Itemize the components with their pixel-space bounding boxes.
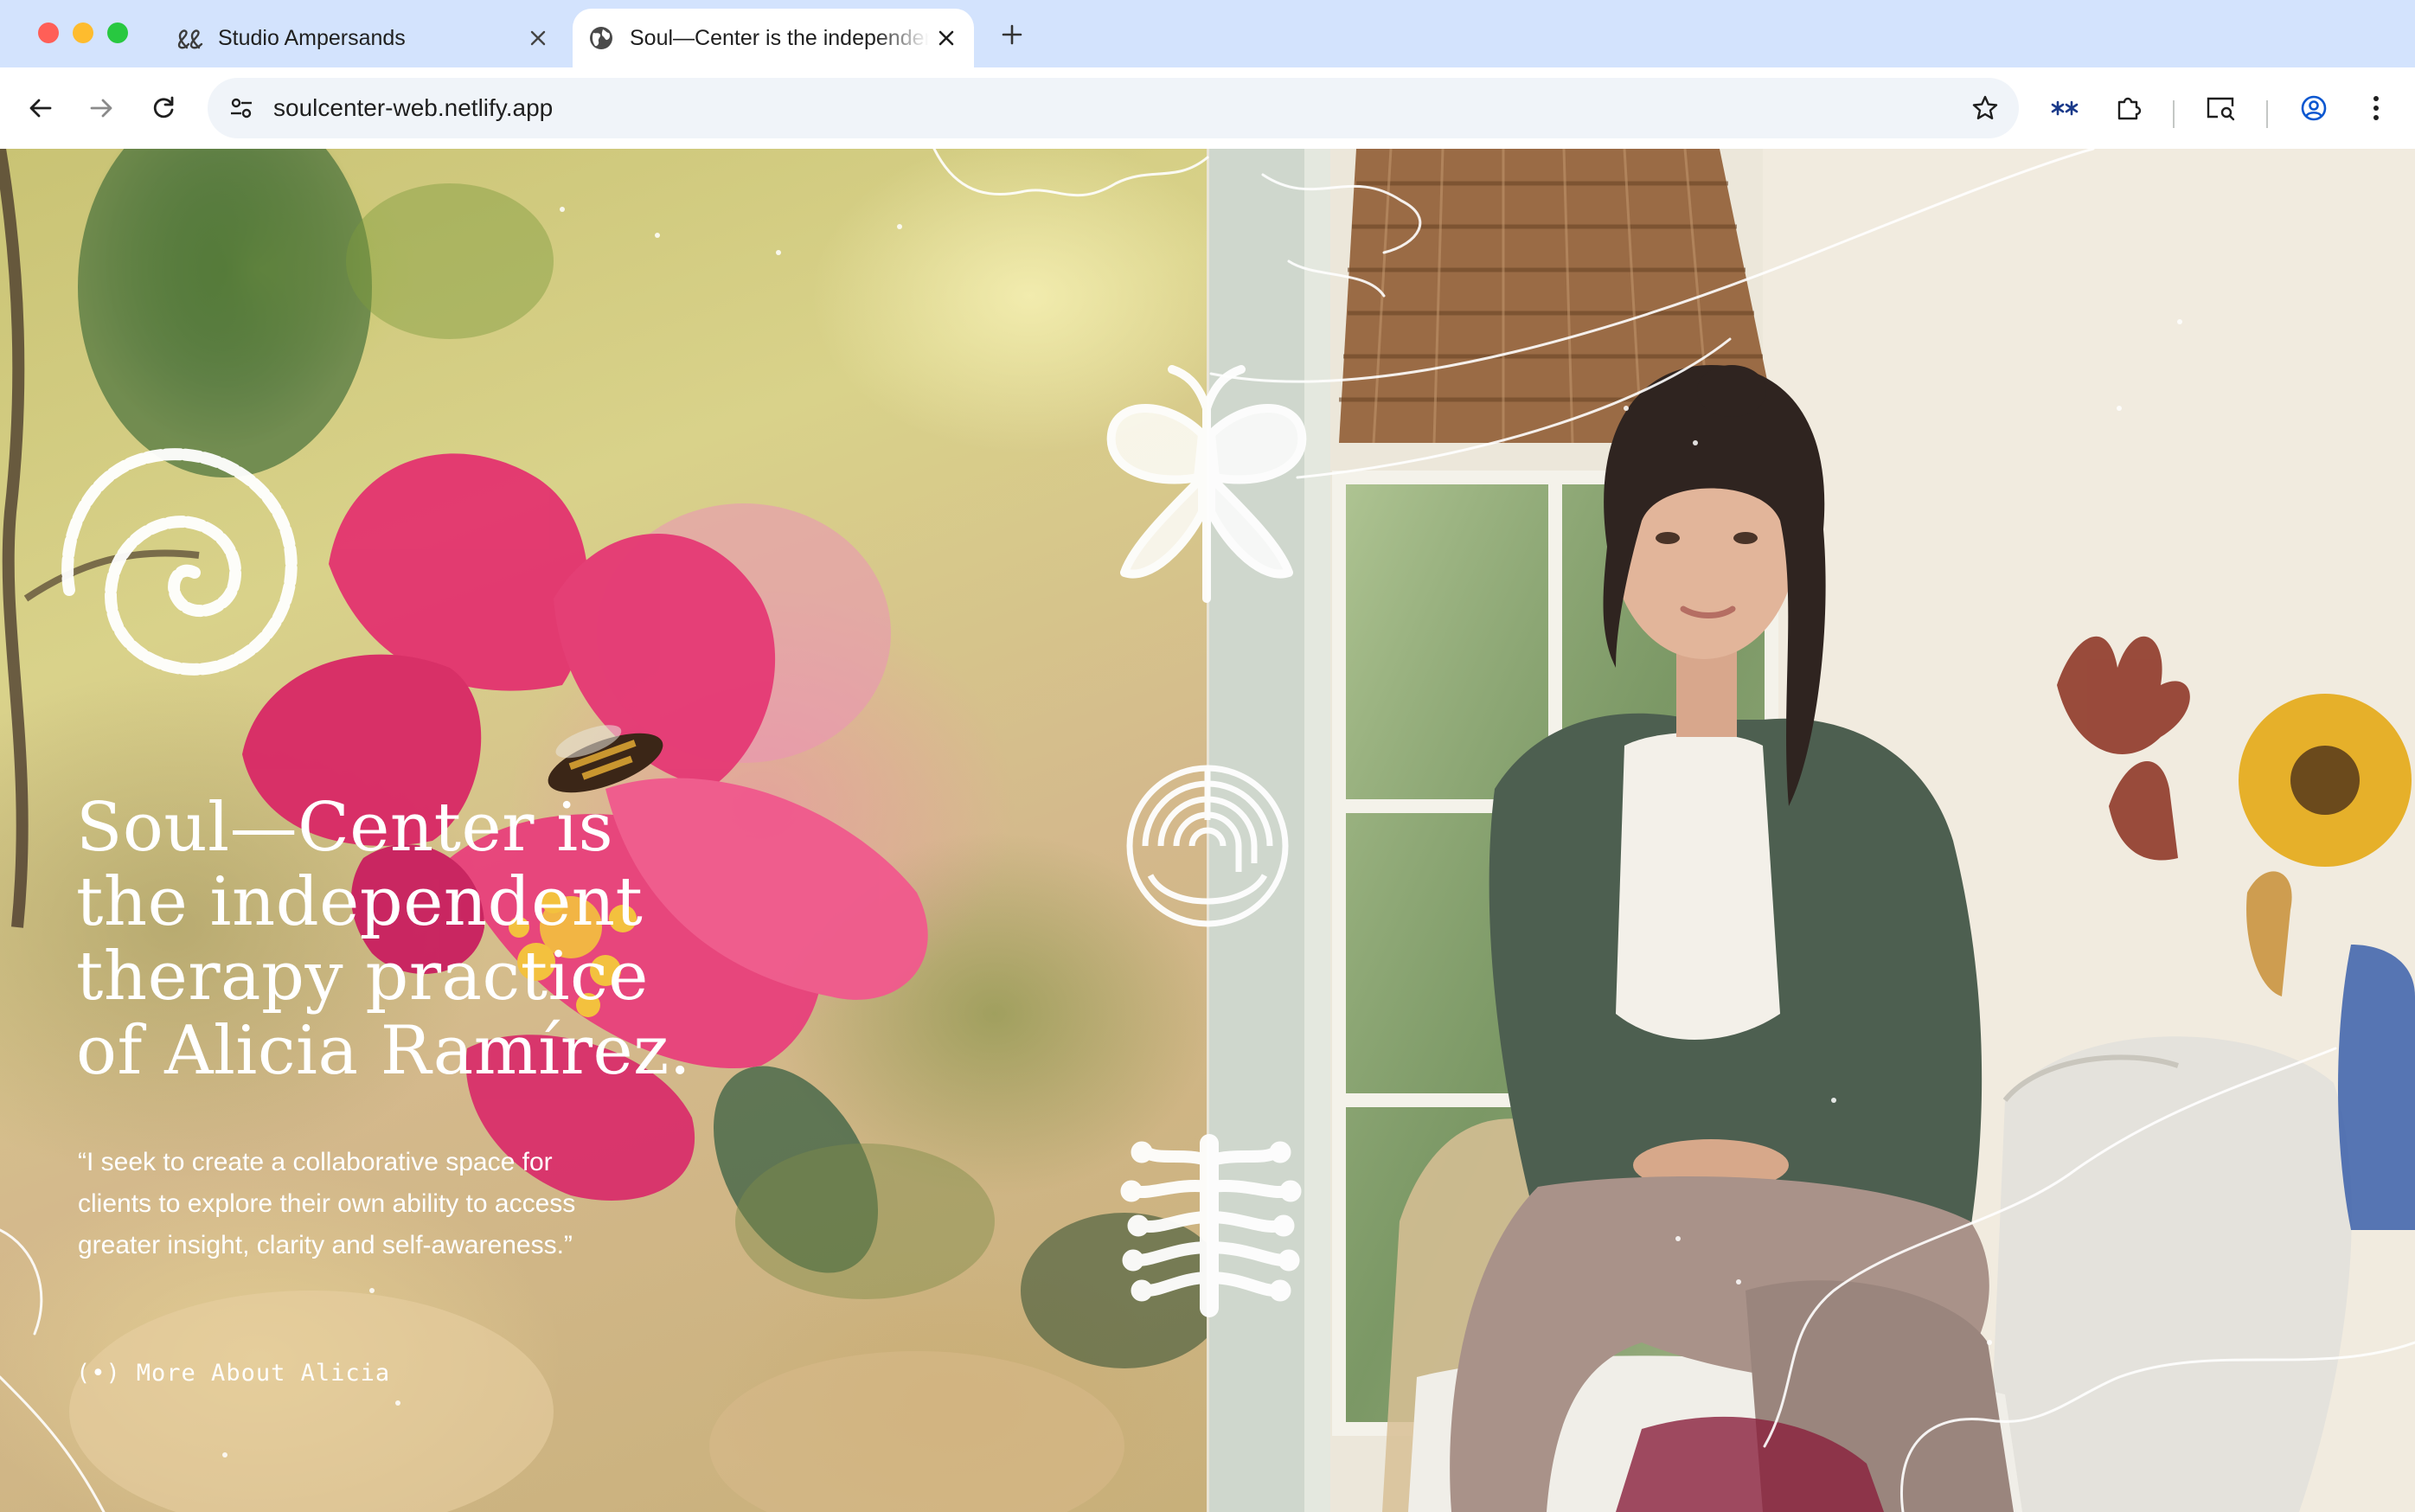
close-icon[interactable] bbox=[521, 21, 555, 55]
bullet-icon: (•) bbox=[76, 1360, 121, 1387]
bookmark-button[interactable] bbox=[1963, 86, 2007, 130]
tab-studio-ampersands[interactable]: Studio Ampersands bbox=[159, 9, 566, 67]
extensions-button[interactable] bbox=[2107, 86, 2150, 130]
more-about-alicia-link[interactable]: (•) More About Alicia bbox=[76, 1360, 390, 1387]
browser-toolbar: soulcenter-web.netlify.app bbox=[0, 67, 2415, 149]
account-circle-icon bbox=[2301, 95, 2327, 121]
plus-icon bbox=[1002, 24, 1022, 45]
star-icon bbox=[1972, 95, 1998, 119]
reload-button[interactable] bbox=[142, 86, 185, 130]
page-viewport: Soul—Center is the independent therapy p… bbox=[0, 149, 2415, 1512]
portrait-photo bbox=[1209, 149, 2415, 1512]
hero-headline: Soul—Center is the independent therapy p… bbox=[76, 789, 692, 1090]
extension-button[interactable] bbox=[2043, 86, 2086, 130]
arrow-right-icon bbox=[90, 99, 112, 118]
tab-soul-center[interactable]: Soul—Center is the independent therapy p… bbox=[573, 9, 974, 67]
forward-button[interactable] bbox=[80, 86, 123, 130]
close-icon[interactable] bbox=[929, 21, 964, 55]
globe-icon bbox=[586, 23, 616, 53]
url-text[interactable]: soulcenter-web.netlify.app bbox=[273, 78, 553, 138]
tune-icon bbox=[231, 98, 252, 119]
cast-button[interactable] bbox=[2199, 86, 2242, 130]
screen-search-icon bbox=[2207, 97, 2235, 121]
asterisks-icon bbox=[2051, 100, 2079, 116]
new-tab-button[interactable] bbox=[993, 16, 1031, 54]
tab-title: Studio Ampersands bbox=[218, 25, 406, 50]
toolbar-separator bbox=[2173, 100, 2175, 128]
site-info-button[interactable] bbox=[220, 86, 263, 130]
more-about-alicia-label: More About Alicia bbox=[136, 1360, 391, 1387]
profile-button[interactable] bbox=[2292, 86, 2335, 130]
reload-icon bbox=[153, 96, 174, 119]
portrait-image bbox=[1209, 149, 2415, 1512]
back-button[interactable] bbox=[19, 86, 62, 130]
tab-strip: Studio Ampersands Soul—Center is the ind… bbox=[0, 0, 2415, 67]
puzzle-icon bbox=[2117, 97, 2142, 120]
address-bar[interactable]: soulcenter-web.netlify.app bbox=[208, 78, 2019, 138]
minimize-window-button[interactable] bbox=[73, 22, 93, 43]
maximize-window-button[interactable] bbox=[107, 22, 128, 43]
toolbar-separator bbox=[2266, 100, 2268, 128]
tab-title: Soul—Center is the independent therapy p… bbox=[630, 25, 929, 50]
kebab-menu-icon bbox=[2373, 96, 2379, 120]
close-window-button[interactable] bbox=[38, 22, 59, 43]
arrow-left-icon bbox=[29, 99, 52, 118]
hero-quote: “I seek to create a collaborative space … bbox=[78, 1148, 576, 1259]
browser-menu-button[interactable] bbox=[2354, 86, 2398, 130]
ampersands-logo-icon bbox=[175, 23, 204, 53]
